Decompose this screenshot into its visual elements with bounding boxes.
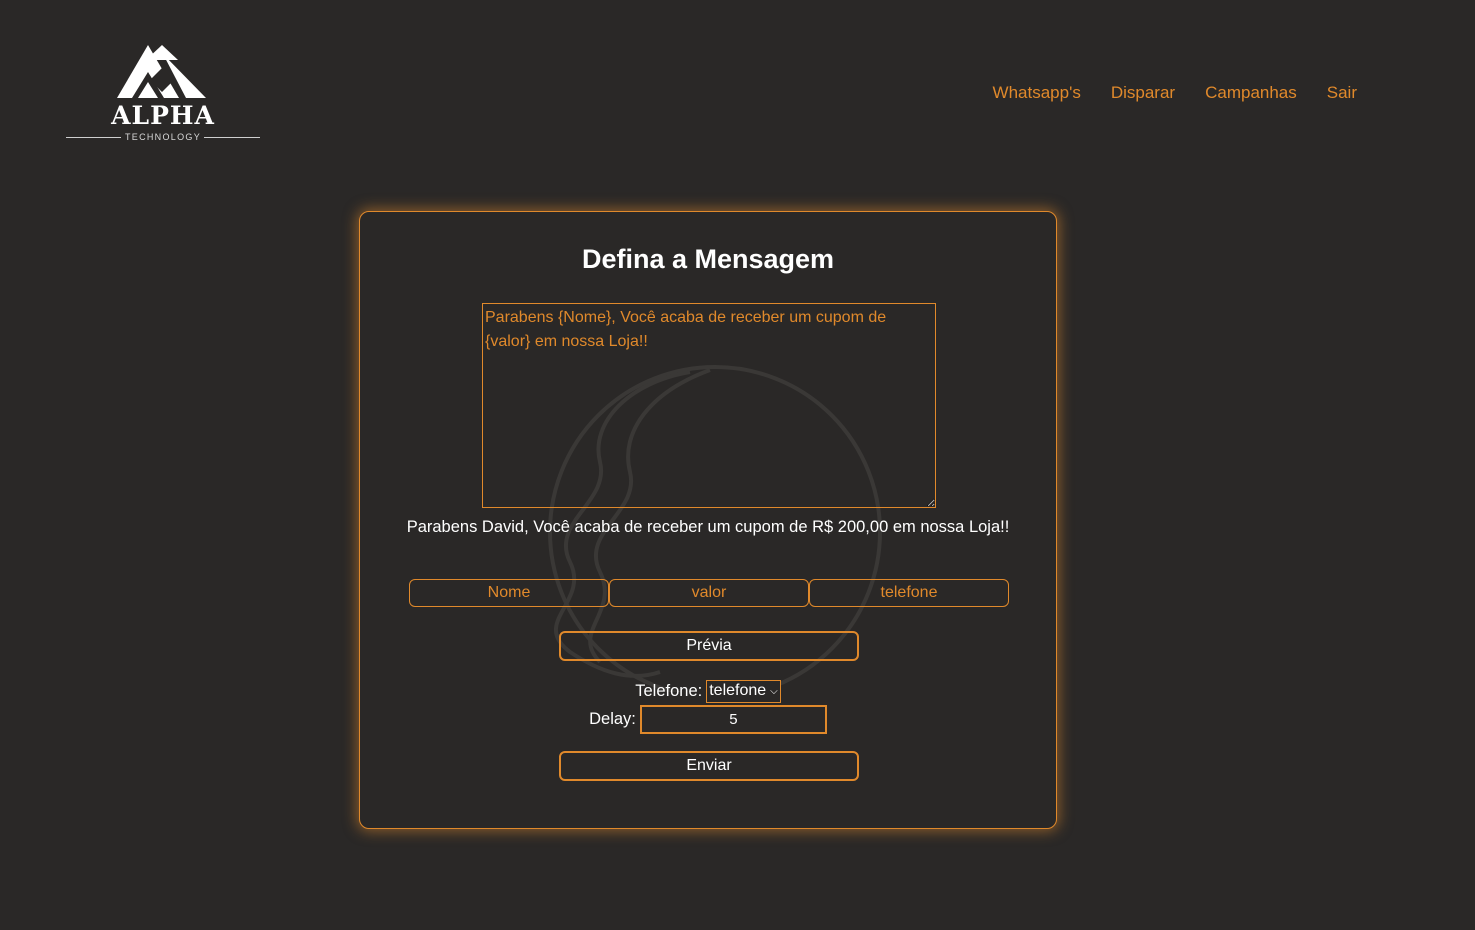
main-nav: Whatsapp's Disparar Campanhas Sair — [993, 82, 1357, 104]
page: ALPHA TECHNOLOGY Whatsapp's Disparar Cam… — [0, 0, 1475, 930]
chevron-down-icon: ⌵ — [770, 685, 778, 697]
message-card: Defina a Mensagem Parabens {Nome}, Você … — [359, 211, 1057, 829]
logo-divider-right — [204, 137, 260, 138]
alpha-logo[interactable]: ALPHA TECHNOLOGY — [66, 42, 260, 142]
nav-sair[interactable]: Sair — [1327, 82, 1357, 104]
phone-row: Telefone: telefone ⌵ — [360, 679, 1056, 703]
nav-disparar[interactable]: Disparar — [1111, 82, 1175, 104]
preview-button[interactable]: Prévia — [559, 631, 859, 661]
delay-label: Delay: — [589, 709, 636, 728]
message-textarea[interactable]: Parabens {Nome}, Você acaba de receber u… — [482, 303, 936, 508]
nav-campanhas[interactable]: Campanhas — [1205, 82, 1297, 104]
variable-buttons: Nome valor telefone — [409, 579, 1009, 607]
variable-nome-button[interactable]: Nome — [409, 579, 609, 607]
message-preview: Parabens David, Você acaba de receber um… — [406, 518, 1010, 536]
phone-label: Telefone: — [635, 681, 703, 700]
delay-row: Delay: — [360, 704, 1056, 734]
mountain-logo-icon — [117, 45, 206, 98]
variable-telefone-button[interactable]: telefone — [809, 579, 1009, 607]
send-button[interactable]: Enviar — [559, 751, 859, 781]
delay-input[interactable] — [639, 704, 827, 734]
card-title: Defina a Mensagem — [581, 244, 835, 274]
variable-valor-button[interactable]: valor — [609, 579, 809, 607]
nav-whatsapps[interactable]: Whatsapp's — [993, 82, 1081, 104]
logo-wordmark: ALPHA — [111, 101, 215, 130]
phone-select-value: telefone — [709, 682, 767, 699]
phone-select[interactable]: telefone ⌵ — [706, 679, 781, 703]
